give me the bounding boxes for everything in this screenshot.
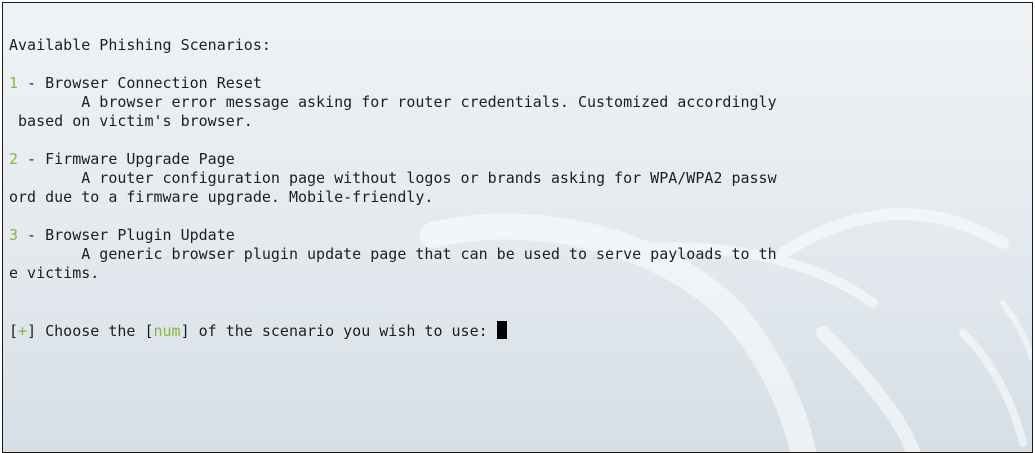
prompt-line[interactable]: [+] Choose the [num] of the scenario you… xyxy=(9,321,777,340)
scenario-3-desc-line1: A generic browser plugin update page tha… xyxy=(9,245,777,263)
scenario-1-title: 1 - Browser Connection Reset xyxy=(9,74,777,93)
scenario-2-title: 2 - Firmware Upgrade Page xyxy=(9,150,777,169)
scenario-2-title-text: - Firmware Upgrade Page xyxy=(18,150,235,168)
scenario-3-number: 3 xyxy=(9,226,19,244)
prompt-plus: + xyxy=(18,322,28,340)
scenario-1-title-text: - Browser Connection Reset xyxy=(18,74,262,92)
scenario-3-title: 3 - Browser Plugin Update xyxy=(9,226,777,245)
scenario-1-number: 1 xyxy=(9,74,19,92)
prompt-text-1: ] Choose the [ xyxy=(27,322,154,340)
scenario-2-desc-line2: ord due to a firmware upgrade. Mobile-fr… xyxy=(9,188,434,206)
block-cursor[interactable] xyxy=(496,321,507,339)
terminal-output: Available Phishing Scenarios: 1 - Browser… xyxy=(9,36,777,340)
scenario-2-desc-line1: A router configuration page without logo… xyxy=(9,169,777,187)
scenario-3-desc-line2: e victims. xyxy=(9,264,100,282)
prompt-open-bracket: [ xyxy=(9,322,19,340)
heading-text: Available Phishing Scenarios: xyxy=(9,36,271,54)
scenario-3-title-text: - Browser Plugin Update xyxy=(18,226,235,244)
prompt-num: num xyxy=(153,322,181,340)
scenario-2-number: 2 xyxy=(9,150,19,168)
scenario-1-desc-line2: based on victim's browser. xyxy=(9,112,253,130)
terminal-window[interactable]: Available Phishing Scenarios: 1 - Browser… xyxy=(2,2,1033,453)
prompt-text-2: ] of the scenario you wish to use: xyxy=(180,322,497,340)
scenario-1-desc-line1: A browser error message asking for route… xyxy=(9,93,777,111)
